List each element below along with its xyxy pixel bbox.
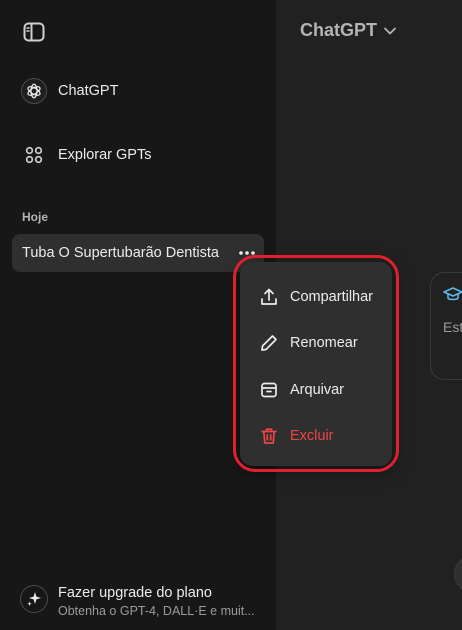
sidebar-toggle-button[interactable] <box>20 18 48 46</box>
sidebar-item-label: Explorar GPTs <box>58 147 152 163</box>
section-label-today: Hoje <box>22 210 49 224</box>
graduation-cap-icon <box>443 287 462 308</box>
sidebar-item-chatgpt[interactable]: ChatGPT <box>12 71 264 111</box>
chat-title: Tuba O Supertubarão Dentista <box>22 245 219 261</box>
menu-item-label: Renomear <box>290 335 358 351</box>
chat-context-menu: Compartilhar Renomear Arquivar Excluir <box>240 262 392 466</box>
model-selector[interactable]: ChatGPT <box>300 20 397 41</box>
app-window: ChatGPT Explorar GPTs Hoje Tuba O Supert… <box>0 0 462 630</box>
model-label: ChatGPT <box>300 20 378 40</box>
sidebar-item-label: ChatGPT <box>58 83 119 99</box>
pencil-icon <box>258 332 280 354</box>
chevron-down-icon <box>383 26 397 36</box>
chatgpt-logo-icon <box>20 77 48 105</box>
upgrade-plan-button[interactable]: Fazer upgrade do plano Obtenha o GPT-4, … <box>12 578 264 624</box>
sidebar-item-explorar-gpts[interactable]: Explorar GPTs <box>12 135 264 175</box>
menu-item-archive[interactable]: Arquivar <box>248 371 384 409</box>
archive-icon <box>258 379 280 401</box>
ellipsis-icon <box>239 251 255 255</box>
sidebar: ChatGPT Explorar GPTs Hoje Tuba O Supert… <box>0 0 276 630</box>
grid-icon <box>20 141 48 169</box>
suggestion-text: Est <box>443 319 462 335</box>
upgrade-title: Fazer upgrade do plano <box>58 585 212 601</box>
suggestion-card[interactable]: Est <box>430 272 462 380</box>
upgrade-subtitle: Obtenha o GPT-4, DALL·E e muit... <box>58 604 255 618</box>
menu-item-share[interactable]: Compartilhar <box>248 278 384 316</box>
menu-item-delete[interactable]: Excluir <box>248 417 384 455</box>
chat-options-button[interactable] <box>236 243 258 263</box>
scroll-down-button[interactable] <box>454 556 462 592</box>
share-icon <box>258 286 280 308</box>
menu-item-label: Compartilhar <box>290 289 373 305</box>
sidebar-toggle-icon <box>23 22 45 42</box>
menu-item-label: Arquivar <box>290 382 344 398</box>
chat-history-item[interactable]: Tuba O Supertubarão Dentista <box>12 234 264 272</box>
menu-item-rename[interactable]: Renomear <box>248 324 384 362</box>
menu-item-label: Excluir <box>290 428 334 444</box>
sparkle-icon <box>20 585 48 613</box>
trash-icon <box>258 425 280 447</box>
